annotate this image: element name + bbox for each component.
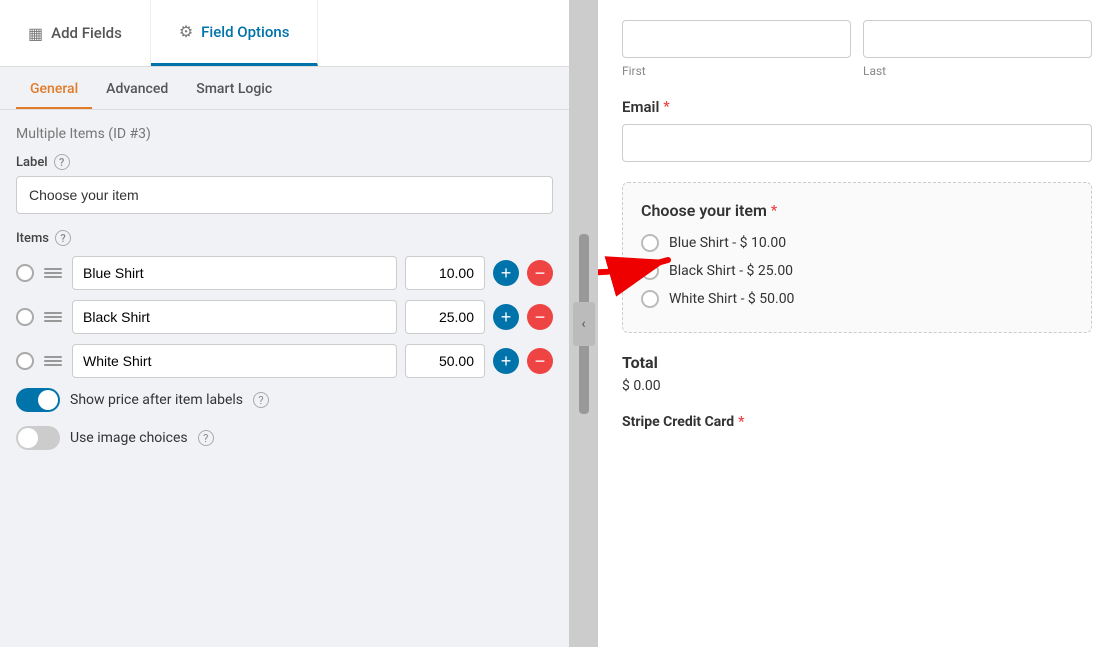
name-section: First Last <box>622 20 1092 78</box>
add-fields-icon: ▦ <box>28 24 43 43</box>
item-row-1: + − <box>16 256 553 290</box>
item-radio-1[interactable] <box>16 264 34 282</box>
toggle-row-image: Use image choices ? <box>16 426 553 450</box>
first-label: First <box>622 64 851 78</box>
item-name-input-3[interactable] <box>72 344 397 378</box>
last-name-input[interactable] <box>863 20 1092 58</box>
item-radio-3[interactable] <box>16 352 34 370</box>
item-remove-btn-1[interactable]: − <box>527 260 553 286</box>
email-required-star: * <box>663 99 669 115</box>
choose-item-section: Choose your item * Blue Shirt - $ 10.00 … <box>622 182 1092 333</box>
total-label: Total <box>622 353 1092 372</box>
label-row: Label ? <box>16 154 553 170</box>
drag-handle-3[interactable] <box>42 354 64 368</box>
radio-option-1: Blue Shirt - $ 10.00 <box>641 234 1073 252</box>
sub-tab-advanced[interactable]: Advanced <box>92 71 182 109</box>
total-value: $ 0.00 <box>622 378 1092 394</box>
item-name-input-1[interactable] <box>72 256 397 290</box>
tab-add-fields[interactable]: ▦ Add Fields <box>0 0 151 66</box>
items-help-icon[interactable]: ? <box>55 230 71 246</box>
item-remove-btn-2[interactable]: − <box>527 304 553 330</box>
last-label: Last <box>863 64 1092 78</box>
radio-btn-1[interactable] <box>641 234 659 252</box>
panel-content: Multiple Items (ID #3) Label ? Items ? +… <box>0 110 569 647</box>
stripe-required-star: * <box>738 414 744 430</box>
items-section-title: Items ? <box>16 230 553 246</box>
item-price-input-3[interactable] <box>405 344 485 378</box>
choose-item-label: Choose your item * <box>641 201 1073 220</box>
toggle-price-help-icon[interactable]: ? <box>253 392 269 408</box>
drag-handle-1[interactable] <box>42 266 64 280</box>
tab-field-options-label: Field Options <box>201 23 289 41</box>
item-price-input-1[interactable] <box>405 256 485 290</box>
label-input[interactable] <box>16 176 553 214</box>
radio-btn-3[interactable] <box>641 290 659 308</box>
toggle-row-price: Show price after item labels ? <box>16 388 553 412</box>
tab-field-options[interactable]: ⚙ Field Options <box>151 0 319 66</box>
sub-tab-smart-logic[interactable]: Smart Logic <box>182 71 286 109</box>
toggle-price[interactable] <box>16 388 60 412</box>
radio-option-1-label: Blue Shirt - $ 10.00 <box>669 235 786 251</box>
toggle-image-help-icon[interactable]: ? <box>198 430 214 446</box>
radio-btn-2[interactable] <box>641 262 659 280</box>
toggle-price-label: Show price after item labels <box>70 392 243 408</box>
collapse-button[interactable]: ‹ <box>573 302 595 346</box>
email-section: Email * <box>622 98 1092 162</box>
item-name-input-2[interactable] <box>72 300 397 334</box>
item-add-btn-3[interactable]: + <box>493 348 519 374</box>
separator: ‹ <box>570 0 598 647</box>
drag-handle-2[interactable] <box>42 310 64 324</box>
total-section: Total $ 0.00 <box>622 353 1092 394</box>
toggle-image[interactable] <box>16 426 60 450</box>
item-row-3: + − <box>16 344 553 378</box>
radio-option-2-label: Black Shirt - $ 25.00 <box>669 263 793 279</box>
email-input[interactable] <box>622 124 1092 162</box>
left-panel: ▦ Add Fields ⚙ Field Options General Adv… <box>0 0 570 647</box>
item-add-btn-2[interactable]: + <box>493 304 519 330</box>
radio-option-2: Black Shirt - $ 25.00 <box>641 262 1073 280</box>
radio-option-3-label: White Shirt - $ 50.00 <box>669 291 794 307</box>
stripe-credit-card-label: Stripe Credit Card * <box>622 414 1092 430</box>
sub-tabs: General Advanced Smart Logic <box>0 71 569 110</box>
first-name-input[interactable] <box>622 20 851 58</box>
item-price-input-2[interactable] <box>405 300 485 334</box>
item-radio-2[interactable] <box>16 308 34 326</box>
tabs-header: ▦ Add Fields ⚙ Field Options <box>0 0 569 67</box>
field-options-icon: ⚙ <box>179 22 193 41</box>
email-label: Email * <box>622 98 1092 116</box>
sub-tab-general[interactable]: General <box>16 71 92 109</box>
choose-item-required-star: * <box>771 203 777 219</box>
item-row-2: + − <box>16 300 553 334</box>
item-remove-btn-3[interactable]: − <box>527 348 553 374</box>
section-title: Multiple Items (ID #3) <box>16 126 553 142</box>
toggle-image-label: Use image choices <box>70 430 188 446</box>
item-add-btn-1[interactable]: + <box>493 260 519 286</box>
label-help-icon[interactable]: ? <box>54 154 70 170</box>
tab-add-fields-label: Add Fields <box>51 24 122 42</box>
radio-option-3: White Shirt - $ 50.00 <box>641 290 1073 308</box>
right-panel: First Last Email * Choose your item * Bl… <box>598 0 1116 647</box>
